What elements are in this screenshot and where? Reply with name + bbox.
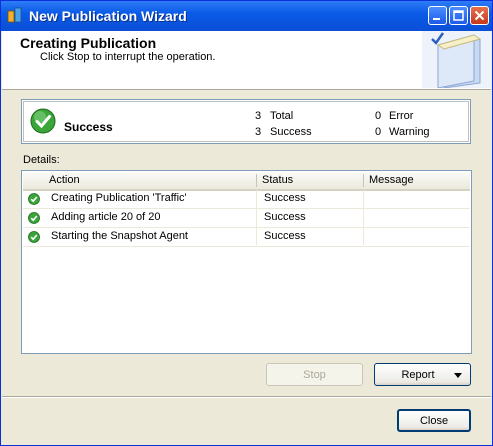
close-button[interactable]: Close bbox=[397, 409, 471, 432]
table-row[interactable]: Adding article 20 of 20 Success bbox=[23, 209, 470, 228]
maximize-button[interactable] bbox=[449, 6, 468, 25]
row-action: Adding article 20 of 20 bbox=[51, 211, 161, 223]
column-header-status[interactable]: Status bbox=[262, 174, 293, 188]
row-status: Success bbox=[264, 230, 306, 242]
app-icon bbox=[7, 7, 22, 23]
report-button-label: Report bbox=[401, 369, 435, 381]
row-action: Starting the Snapshot Agent bbox=[51, 230, 188, 242]
minimize-button[interactable] bbox=[428, 6, 447, 25]
row-status: Success bbox=[264, 192, 306, 204]
grid-line bbox=[256, 190, 257, 245]
row-action: Creating Publication 'Traffic' bbox=[51, 192, 187, 204]
error-count: 0 bbox=[375, 110, 382, 122]
column-header-action[interactable]: Action bbox=[49, 174, 80, 188]
minimize-icon bbox=[433, 18, 440, 20]
success-icon bbox=[28, 231, 40, 243]
column-divider[interactable] bbox=[363, 174, 364, 187]
success-check-icon bbox=[30, 108, 56, 134]
success-icon bbox=[28, 193, 40, 205]
close-window-button[interactable] bbox=[470, 6, 489, 25]
total-count: 3 bbox=[255, 110, 262, 122]
row-status: Success bbox=[264, 211, 306, 223]
column-divider[interactable] bbox=[256, 174, 257, 187]
publication-books-icon bbox=[422, 31, 491, 88]
details-table[interactable]: Action Status Message Creating Publicati… bbox=[21, 170, 472, 354]
summary-panel: Success 3 Total 3 Success 0 Error 0 Warn… bbox=[21, 99, 471, 144]
wizard-header: Creating Publication Click Stop to inter… bbox=[2, 31, 491, 90]
close-icon bbox=[474, 10, 485, 21]
details-label: Details: bbox=[23, 154, 60, 166]
summary-status: Success bbox=[64, 120, 113, 134]
stop-button-label: Stop bbox=[303, 369, 326, 381]
footer-divider bbox=[2, 396, 491, 398]
stop-button[interactable]: Stop bbox=[266, 363, 363, 386]
dropdown-arrow-icon bbox=[454, 373, 462, 378]
error-label: Error bbox=[389, 110, 414, 122]
title-bar[interactable]: New Publication Wizard bbox=[1, 1, 492, 31]
window-title: New Publication Wizard bbox=[29, 8, 187, 24]
success-count: 3 bbox=[255, 126, 262, 138]
maximize-icon bbox=[453, 10, 464, 21]
report-button[interactable]: Report bbox=[374, 363, 471, 386]
warning-count: 0 bbox=[375, 126, 382, 138]
page-title: Creating Publication bbox=[20, 35, 157, 51]
success-label: Success bbox=[270, 126, 312, 138]
page-subtitle: Click Stop to interrupt the operation. bbox=[40, 51, 216, 63]
grid-line bbox=[363, 190, 364, 245]
column-header-message[interactable]: Message bbox=[369, 174, 414, 188]
wizard-window: New Publication Wizard Creating Publicat… bbox=[0, 0, 493, 446]
success-icon bbox=[28, 212, 40, 224]
table-row[interactable]: Creating Publication 'Traffic' Success bbox=[23, 190, 470, 209]
warning-label: Warning bbox=[389, 126, 430, 138]
total-label: Total bbox=[270, 110, 294, 122]
table-row[interactable]: Starting the Snapshot Agent Success bbox=[23, 228, 470, 247]
table-header: Action Status Message bbox=[23, 172, 470, 191]
close-button-label: Close bbox=[419, 415, 449, 427]
